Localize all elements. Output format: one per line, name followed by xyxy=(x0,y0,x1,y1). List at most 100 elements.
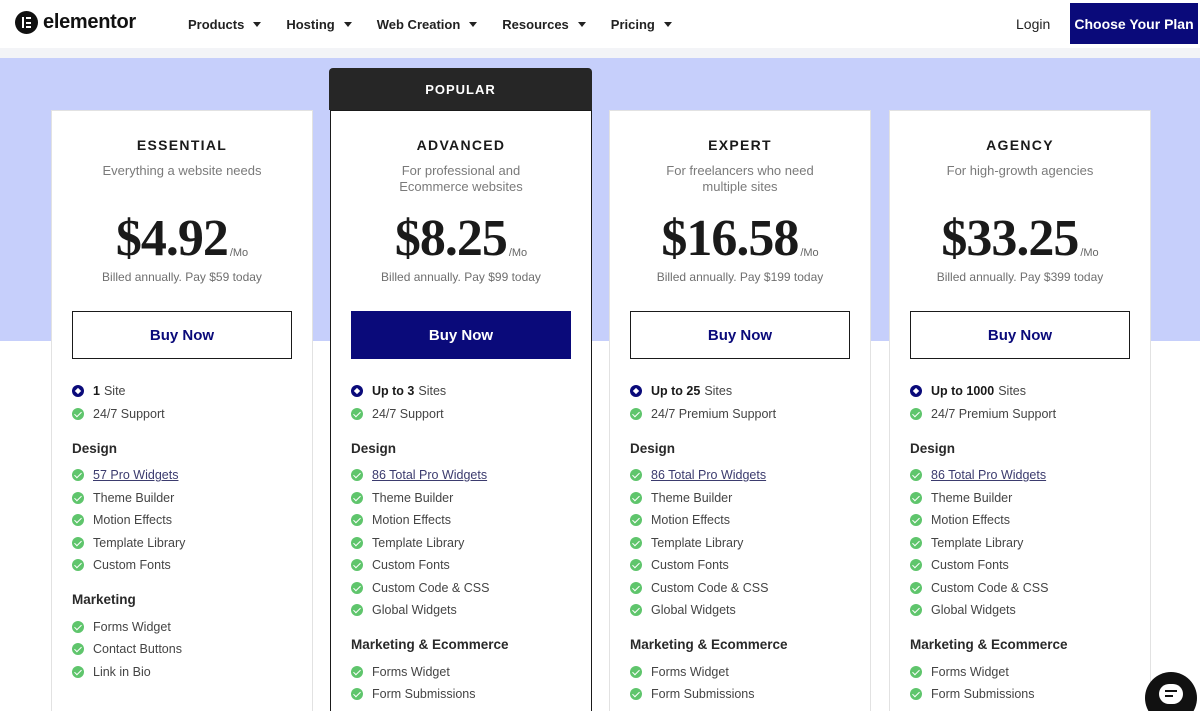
check-circle-icon xyxy=(351,665,363,678)
elementor-logo[interactable]: elementor xyxy=(15,11,136,34)
feature-item: Global Widgets xyxy=(630,599,855,622)
feature-bold: Up to 1000 xyxy=(931,384,995,399)
popular-badge: POPULAR xyxy=(329,68,592,110)
feature-list: 1 Site 24/7 Support Design 57 Pro Widgets The… xyxy=(72,380,297,683)
feature-link[interactable]: 86 Total Pro Widgets xyxy=(931,468,1046,482)
feature-label: 24/7 Support xyxy=(372,406,444,421)
buy-now-button[interactable]: Buy Now xyxy=(910,311,1130,359)
feature-item: 24/7 Premium Support xyxy=(910,403,1135,426)
check-circle-icon xyxy=(910,665,922,678)
feature-label: Form Submissions xyxy=(372,687,476,702)
nav-hosting[interactable]: Hosting xyxy=(286,16,352,32)
feature-label: Global Widgets xyxy=(372,603,457,618)
check-circle-icon xyxy=(910,514,922,527)
price-row: $8.25/Mo xyxy=(331,211,591,267)
chevron-down-icon xyxy=(343,21,352,27)
chevron-down-icon xyxy=(253,21,262,27)
feature-label: Forms Widget xyxy=(372,664,450,679)
check-circle-icon xyxy=(630,491,642,504)
elementor-logo-icon xyxy=(15,11,38,34)
check-circle-icon xyxy=(351,536,363,549)
feature-item: Forms Widget xyxy=(72,616,297,639)
feature-label: Template Library xyxy=(931,535,1024,550)
feature-link[interactable]: 86 Total Pro Widgets xyxy=(372,468,487,482)
feature-section-heading: Design xyxy=(72,440,118,456)
feature-list: Up to 1000 Sites 24/7 Premium Support Desig… xyxy=(910,380,1135,706)
price-row: $4.92/Mo xyxy=(52,211,312,267)
price-period: /Mo xyxy=(229,247,249,259)
check-circle-icon xyxy=(351,407,363,420)
feature-item-sites: Up to 25 Sites xyxy=(630,380,855,403)
feature-label: Motion Effects xyxy=(651,513,730,528)
check-circle-icon xyxy=(630,469,642,482)
check-circle-icon xyxy=(910,491,922,504)
feature-label: Custom Fonts xyxy=(651,558,729,573)
feature-item: Motion Effects xyxy=(351,509,576,532)
plan-card-advanced: ADVANCED For professional and Ecommerce w… xyxy=(330,110,592,711)
diamond-icon xyxy=(910,385,922,398)
plan-description: Everything a website needs xyxy=(102,163,262,178)
feature-item: Form Submissions xyxy=(630,683,855,706)
feature-label: Form Submissions xyxy=(651,687,755,702)
check-circle-icon xyxy=(630,536,642,549)
check-circle-icon xyxy=(910,688,922,701)
feature-section-heading: Design xyxy=(351,440,397,456)
feature-item: Motion Effects xyxy=(630,509,855,532)
check-circle-icon xyxy=(630,665,642,678)
check-circle-icon xyxy=(910,604,922,617)
check-circle-icon xyxy=(630,407,642,420)
feature-section-heading: Marketing & Ecommerce xyxy=(910,637,1068,652)
choose-plan-button[interactable]: Choose Your Plan xyxy=(1070,3,1198,44)
nav-label: Hosting xyxy=(286,16,335,32)
feature-item: Theme Builder xyxy=(630,487,855,510)
buy-now-button[interactable]: Buy Now xyxy=(72,311,292,359)
nav-products[interactable]: Products xyxy=(188,16,262,32)
chevron-down-icon xyxy=(663,21,672,27)
feature-label: Theme Builder xyxy=(931,490,1013,505)
feature-label: Template Library xyxy=(372,535,465,550)
plan-description: For professional and Ecommerce websites xyxy=(399,163,523,194)
nav-web-creation[interactable]: Web Creation xyxy=(377,17,478,32)
plan-price: $16.58 xyxy=(661,210,799,267)
feature-label: Form Submissions xyxy=(931,687,1035,702)
diamond-icon xyxy=(72,385,84,398)
nav-resources[interactable]: Resources xyxy=(502,17,586,32)
feature-item: Custom Fonts xyxy=(910,554,1135,577)
check-circle-icon xyxy=(630,604,642,617)
plan-card-essential: ESSENTIAL Everything a website needs $4.92… xyxy=(51,110,313,711)
feature-label: Custom Code & CSS xyxy=(931,580,1049,595)
feature-item: 86 Total Pro Widgets xyxy=(351,464,576,487)
feature-item: 24/7 Premium Support xyxy=(630,403,855,426)
feature-label: Sites xyxy=(418,384,447,399)
buy-now-button[interactable]: Buy Now xyxy=(630,311,850,359)
check-circle-icon xyxy=(72,514,84,527)
nav-label: Products xyxy=(188,16,245,32)
feature-link[interactable]: 57 Pro Widgets xyxy=(93,468,178,482)
feature-item: Forms Widget xyxy=(910,661,1135,684)
nav-pricing[interactable]: Pricing xyxy=(611,17,672,32)
buy-now-button[interactable]: Buy Now xyxy=(351,311,571,359)
feature-item: Custom Code & CSS xyxy=(910,577,1135,600)
check-circle-icon xyxy=(351,559,363,572)
plan-price: $4.92 xyxy=(115,210,229,267)
feature-label: Motion Effects xyxy=(931,513,1010,528)
feature-item: Custom Code & CSS xyxy=(630,577,855,600)
feature-label: Forms Widget xyxy=(93,619,171,634)
check-circle-icon xyxy=(910,469,922,482)
feature-link[interactable]: 86 Total Pro Widgets xyxy=(651,468,766,482)
chat-button[interactable] xyxy=(1145,672,1197,711)
nav-label: Web Creation xyxy=(376,16,461,32)
plan-name: EXPERT xyxy=(708,137,772,153)
chat-icon xyxy=(1159,684,1183,704)
diamond-icon xyxy=(630,385,642,398)
feature-item: 57 Pro Widgets xyxy=(72,464,297,487)
plan-card-agency: AGENCY For high-growth agencies $33.25/Mo B… xyxy=(889,110,1151,711)
check-circle-icon xyxy=(630,581,642,594)
login-link[interactable]: Login xyxy=(1016,16,1050,32)
plan-card-expert: EXPERT For freelancers who need multiple … xyxy=(609,110,871,711)
check-circle-icon xyxy=(351,581,363,594)
feature-item: Theme Builder xyxy=(910,487,1135,510)
feature-item: Forms Widget xyxy=(630,661,855,684)
check-circle-icon xyxy=(351,469,363,482)
feature-label: Custom Fonts xyxy=(931,558,1009,573)
